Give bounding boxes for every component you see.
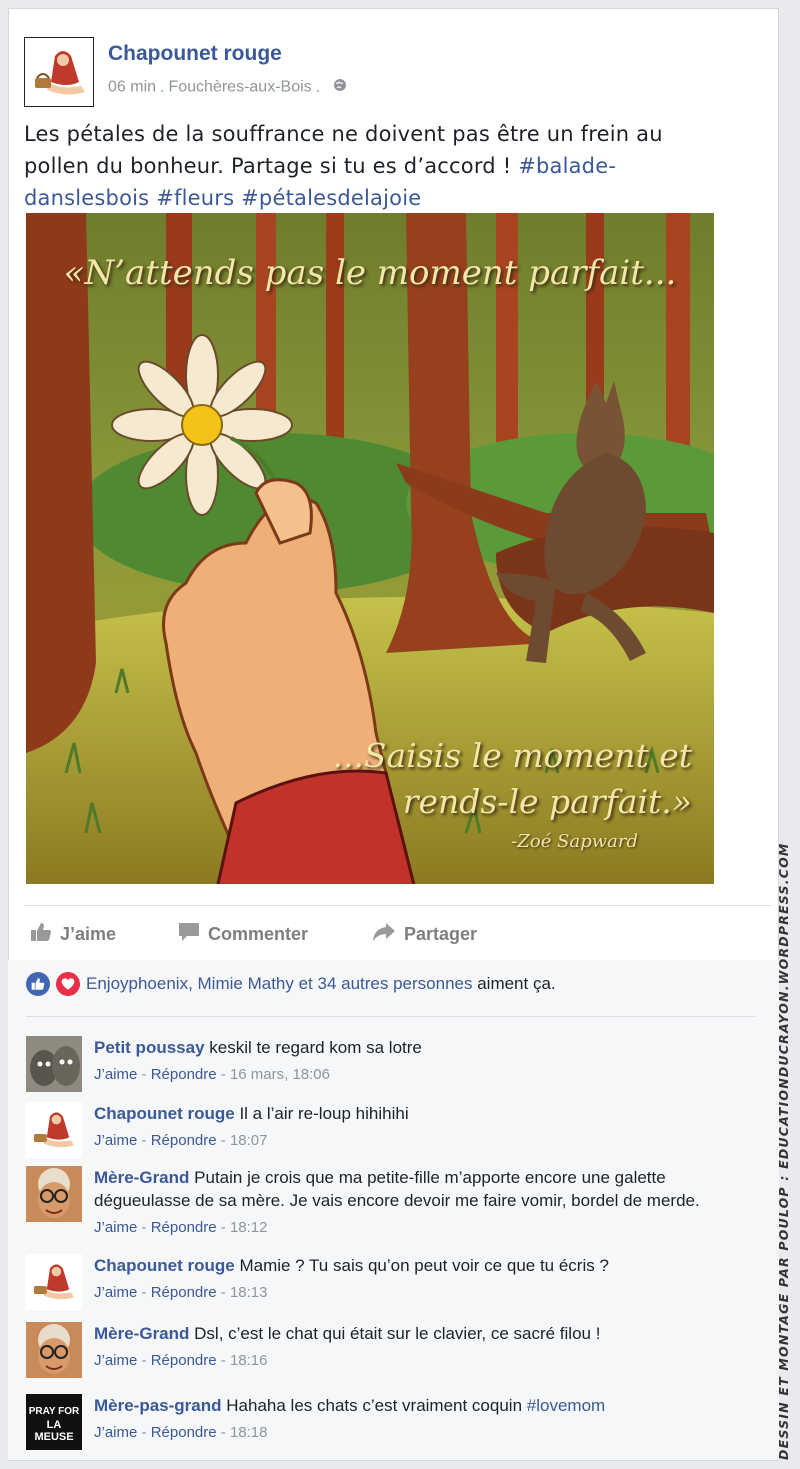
meta-separator: - — [216, 1424, 230, 1441]
meta-separator: - — [216, 1066, 230, 1083]
comment-text: Dsl, c’est le chat qui était sur le clav… — [194, 1324, 601, 1343]
meta-separator: - — [137, 1132, 151, 1149]
comment-text: Mamie ? Tu sais qu’on peut voir ce que t… — [239, 1256, 609, 1275]
post-illustration[interactable]: «N’attends pas le moment parfait... ...S… — [26, 213, 714, 884]
avatar-text-line2: LA MEUSE — [34, 1419, 74, 1443]
quote-bottom-line2: rends-le parfait.» — [402, 782, 692, 821]
meta-separator: - — [137, 1352, 151, 1369]
comment-like-link[interactable]: J’aime — [94, 1219, 137, 1236]
meta-separator: - — [137, 1284, 151, 1301]
post-time[interactable]: 06 min — [108, 79, 156, 96]
meta-separator: - — [137, 1219, 151, 1236]
red-riding-hood-avatar[interactable] — [26, 1102, 82, 1158]
comment-reply-link[interactable]: Répondre — [151, 1219, 217, 1236]
quote-bottom: ...Saisis le moment et rends-le parfait.… — [332, 733, 692, 825]
comment-reply-link[interactable]: Répondre — [151, 1284, 217, 1301]
comment-author[interactable]: Chapounet rouge — [94, 1256, 235, 1275]
artist-credit: DESSIN ET MONTAGE PAR POULOP : EDUCATION… — [776, 842, 791, 1460]
meta-separator: - — [216, 1284, 230, 1301]
comment-reply-link[interactable]: Répondre — [151, 1352, 217, 1369]
meta-separator: - — [216, 1219, 230, 1236]
like-reaction-icon[interactable] — [26, 972, 50, 996]
comment-time[interactable]: 18:12 — [230, 1219, 268, 1236]
quote-top: «N’attends pas le moment parfait... — [63, 253, 677, 293]
comment-like-link[interactable]: J’aime — [94, 1132, 137, 1149]
avatar-text-line1: PRAY FOR — [28, 1406, 80, 1417]
hashtag-link[interactable]: #pétalesdelajoie — [241, 186, 421, 210]
comment-like-link[interactable]: J’aime — [94, 1284, 137, 1301]
likes-suffix: aiment ça. — [472, 974, 556, 993]
comment-like-link[interactable]: J’aime — [94, 1352, 137, 1369]
comment-text: keskil te regard kom sa lotre — [209, 1038, 422, 1057]
speech-bubble-icon — [178, 922, 200, 947]
likers-link[interactable]: Enjoyphoenix, Mimie Mathy et 34 autres p… — [86, 974, 472, 993]
pray-for-la-meuse-avatar[interactable]: PRAY FOR LA MEUSE — [26, 1394, 82, 1450]
divider — [24, 905, 772, 906]
comment-author[interactable]: Mère-Grand — [94, 1168, 189, 1187]
meta-separator: - — [216, 1132, 230, 1149]
comment-author[interactable]: Petit poussay — [94, 1038, 205, 1057]
meta-dot: . — [160, 78, 165, 96]
comment-reply-link[interactable]: Répondre — [151, 1132, 217, 1149]
comment-reply-link[interactable]: Répondre — [151, 1066, 217, 1083]
comment-like-link[interactable]: J’aime — [94, 1424, 137, 1441]
comment-author[interactable]: Mère-Grand — [94, 1324, 189, 1343]
post-author[interactable]: Chapounet rouge — [108, 42, 282, 66]
hashtag-link[interactable]: #lovemom — [527, 1396, 605, 1415]
thumbs-up-icon — [30, 922, 52, 947]
comment-label: Commenter — [208, 924, 309, 944]
share-label: Partager — [404, 924, 478, 944]
like-label: J’aime — [60, 924, 117, 944]
share-arrow-icon — [372, 922, 396, 947]
post-text: Les pétales de la souffrance ne doivent … — [24, 118, 664, 214]
share-button[interactable]: Partager — [372, 922, 477, 947]
meta-dot: . — [315, 78, 321, 96]
rock-couple-avatar[interactable] — [26, 1036, 82, 1092]
quote-bottom-line1: ...Saisis le moment et — [332, 736, 692, 775]
comment-time[interactable]: 18:18 — [230, 1424, 268, 1441]
divider — [26, 1016, 756, 1017]
red-riding-hood-avatar[interactable] — [26, 1254, 82, 1310]
grandma-avatar[interactable] — [26, 1322, 82, 1378]
comment-like-link[interactable]: J’aime — [94, 1066, 137, 1083]
comment-time[interactable]: 16 mars, 18:06 — [230, 1066, 330, 1083]
reactions-summary: Enjoyphoenix, Mimie Mathy et 34 autres p… — [26, 972, 556, 996]
meta-separator: - — [137, 1066, 151, 1083]
comment-time[interactable]: 18:07 — [230, 1132, 268, 1149]
comment-time[interactable]: 18:16 — [230, 1352, 268, 1369]
comment-text: Il a l’air re-loup hihihihi — [239, 1104, 409, 1123]
globe-icon[interactable] — [333, 78, 347, 97]
comment-reply-link[interactable]: Répondre — [151, 1424, 217, 1441]
love-reaction-icon[interactable] — [56, 972, 80, 996]
meta-separator: - — [137, 1424, 151, 1441]
post-location[interactable]: Fouchères-aux-Bois — [168, 79, 311, 96]
grandma-avatar[interactable] — [26, 1166, 82, 1222]
meta-separator: - — [216, 1352, 230, 1369]
comment-time[interactable]: 18:13 — [230, 1284, 268, 1301]
quote-author: -Zoé Sapward — [511, 831, 638, 852]
comment-author[interactable]: Chapounet rouge — [94, 1104, 235, 1123]
author-avatar[interactable] — [24, 37, 94, 107]
comment-author[interactable]: Mère-pas-grand — [94, 1396, 222, 1415]
comment-text: Hahaha les chats c’est vraiment coquin — [226, 1396, 527, 1415]
comment-button[interactable]: Commenter — [178, 922, 308, 947]
post-meta: 06 min. Fouchères-aux-Bois. — [108, 78, 347, 97]
hashtag-link[interactable]: #fleurs — [156, 186, 234, 210]
like-button[interactable]: J’aime — [30, 922, 116, 947]
